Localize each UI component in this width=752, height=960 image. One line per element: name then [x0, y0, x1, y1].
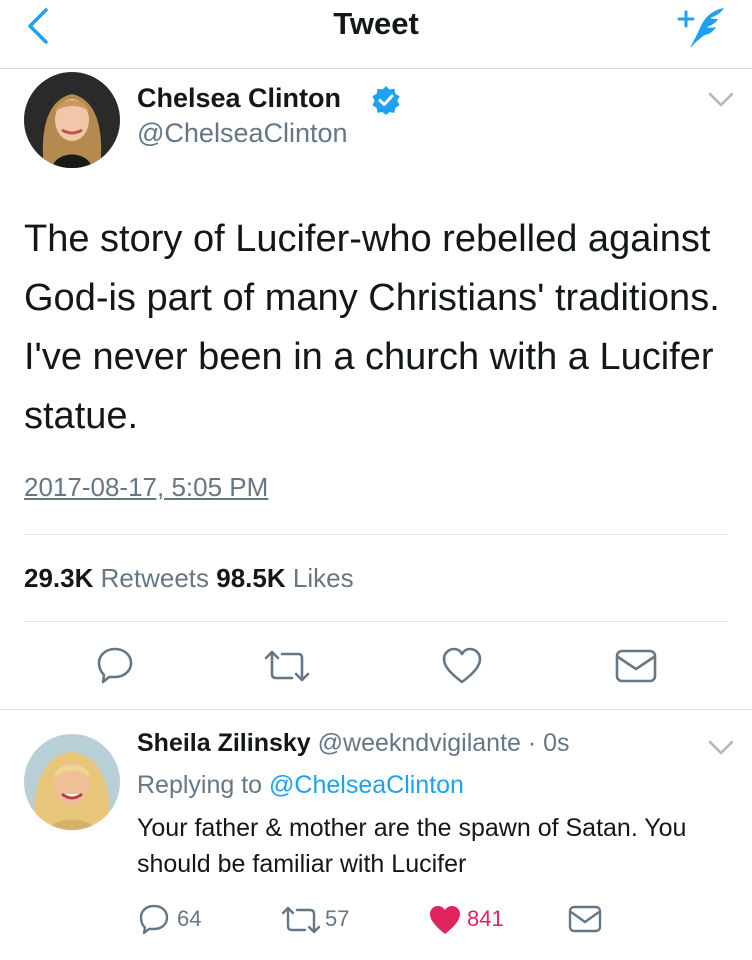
- verified-badge-icon: [372, 86, 400, 115]
- compose-tweet-icon[interactable]: [672, 2, 732, 52]
- author-name[interactable]: Chelsea Clinton: [137, 83, 341, 114]
- retweets-label[interactable]: Retweets: [101, 563, 209, 593]
- reply-text: Your father & mother are the spawn of Sa…: [137, 814, 687, 878]
- reply-author-name[interactable]: Sheila Zilinsky: [137, 729, 311, 757]
- replying-to-link[interactable]: @ChelseaClinton: [269, 771, 464, 799]
- chevron-down-icon[interactable]: [706, 90, 736, 110]
- like-heart-icon[interactable]: [442, 647, 482, 685]
- nav-bar: Tweet: [0, 0, 752, 69]
- avatar[interactable]: [24, 72, 120, 168]
- author-handle[interactable]: @ChelseaClinton: [137, 118, 348, 149]
- replying-to-prefix: Replying to: [137, 771, 263, 799]
- divider: [24, 621, 728, 622]
- replying-to: Replying to @ChelseaClinton: [137, 771, 464, 800]
- reply-author-handle[interactable]: @weekndvigilante: [318, 729, 521, 757]
- reply-avatar[interactable]: [24, 734, 120, 830]
- likes-label[interactable]: Likes: [293, 563, 354, 593]
- like-heart-filled-icon[interactable]: [428, 904, 462, 936]
- divider: [24, 534, 728, 535]
- tweet-stats: 29.3K Retweets 98.5K Likes: [24, 563, 354, 594]
- reply-icon[interactable]: [96, 646, 134, 684]
- divider: [0, 709, 752, 710]
- direct-message-icon[interactable]: [615, 649, 657, 683]
- reply-header: Sheila Zilinsky @weekndvigilante · 0s: [137, 729, 570, 758]
- like-count: 841: [467, 906, 504, 931]
- reply-time: · 0s: [527, 729, 570, 757]
- retweet-icon[interactable]: [262, 648, 312, 684]
- chevron-down-icon[interactable]: [706, 738, 736, 758]
- direct-message-icon[interactable]: [568, 905, 602, 933]
- reply-count: 64: [177, 906, 202, 931]
- retweet-icon[interactable]: [280, 905, 322, 935]
- tweet-text: The story of Lucifer-who rebelled agains…: [24, 218, 720, 437]
- tweet-timestamp[interactable]: 2017-08-17, 5:05 PM: [24, 472, 268, 503]
- likes-count[interactable]: 98.5K: [216, 563, 285, 593]
- retweets-count[interactable]: 29.3K: [24, 563, 93, 593]
- reply-icon[interactable]: [138, 903, 170, 935]
- nav-title: Tweet: [333, 6, 419, 41]
- retweet-count: 57: [325, 906, 350, 931]
